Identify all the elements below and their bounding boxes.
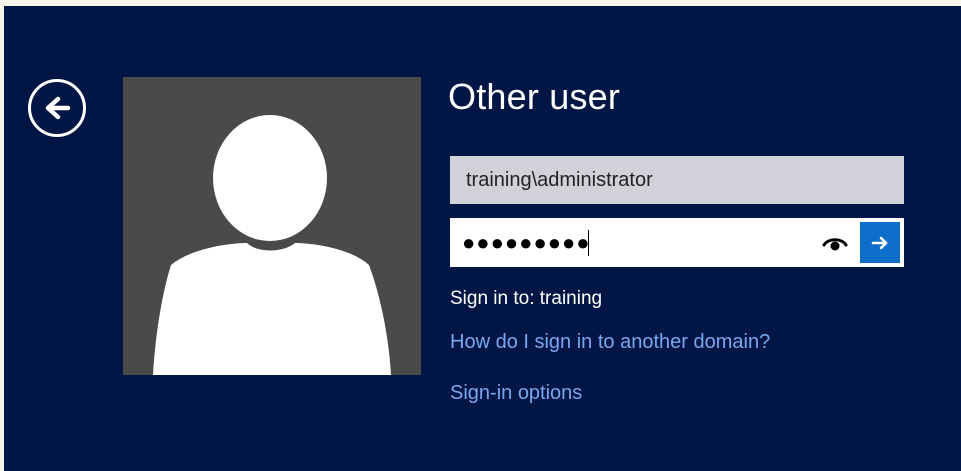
login-screen: Other user training\administrator ●●●●●●… [4,6,961,471]
submit-button[interactable] [860,222,900,263]
password-value: ●●●●●●●●● [462,230,591,255]
sign-in-domain-label: Sign in to: training [450,288,603,309]
avatar [123,77,421,375]
arrow-right-icon [871,236,888,249]
username-field[interactable]: training\administrator [450,156,904,204]
sign-in-options-link[interactable]: Sign-in options [450,382,582,405]
reveal-password-button[interactable] [822,231,848,255]
password-field[interactable]: ●●●●●●●●● [450,218,904,267]
user-silhouette-icon [153,115,391,375]
help-domain-link[interactable]: How do I sign in to another domain? [450,331,770,354]
eye-icon [822,238,848,251]
text-caret [588,230,589,256]
page-title: Other user [448,76,621,117]
back-button[interactable] [28,79,86,137]
back-arrow-icon [45,96,71,120]
